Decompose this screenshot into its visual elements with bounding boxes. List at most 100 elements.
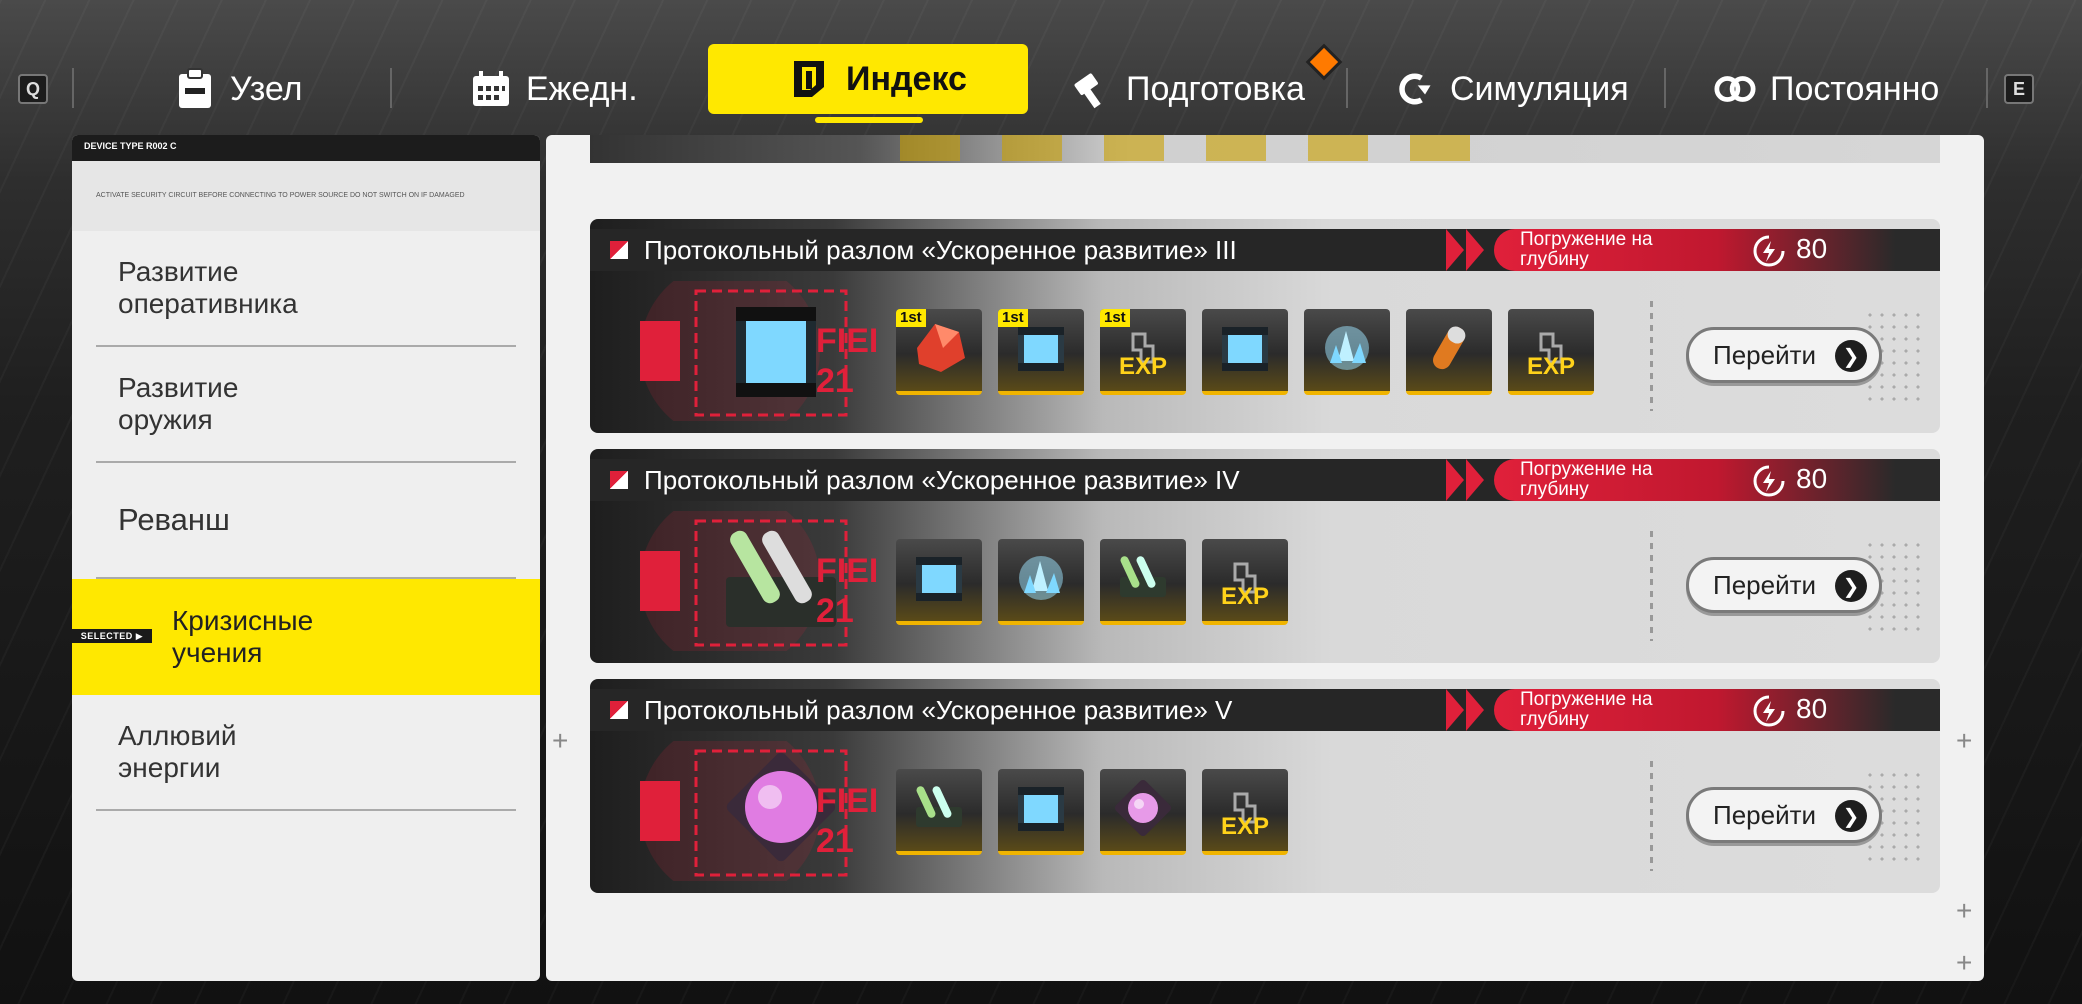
sidebar-item-energy-alluvium[interactable]: Аллювий энергии <box>96 695 516 811</box>
item-slot <box>1410 135 1470 161</box>
sidebar-item-label: Развитие оперативника <box>118 256 298 319</box>
green-tubes-icon <box>908 777 970 844</box>
chevron-right-icon <box>1446 229 1486 271</box>
item-slot <box>1104 135 1164 161</box>
reward-item[interactable]: EXP <box>1508 309 1594 395</box>
warning-text: ACTIVATE SECURITY CIRCUIT BEFORE CONNECT… <box>96 192 465 199</box>
depth-badge: Погружение на глубину <box>1494 229 1940 271</box>
index-icon <box>788 58 830 100</box>
tab-permanent[interactable]: Постоянно <box>1714 58 1939 120</box>
energy-icon <box>1752 234 1786 268</box>
nav-separator <box>1664 68 1666 108</box>
item-slot <box>1002 135 1062 161</box>
exp-label: EXP <box>1220 813 1270 840</box>
chevron-right-icon: ❯ <box>1835 800 1867 832</box>
sidebar-item-label: Аллювий энергии <box>118 720 237 783</box>
depth-badge: Погружение на глубину <box>1494 689 1940 731</box>
reward-items: 1st 1st 1st EXP EXP <box>896 309 1594 395</box>
item-slot <box>900 135 960 161</box>
tab-index[interactable]: Индекс <box>708 44 1028 114</box>
stage-card: FIELD 21 Протокольный разлом «Ускоренное… <box>590 219 1940 433</box>
previous-card-remnant <box>590 135 1940 163</box>
reward-item[interactable]: 1st <box>896 309 982 395</box>
stage-title: Протокольный разлом «Ускоренное развитие… <box>644 464 1240 495</box>
link-icon <box>1714 68 1756 110</box>
chevron-right-icon: ❯ <box>1835 340 1867 372</box>
reward-item[interactable] <box>1100 539 1186 625</box>
prev-tab-key[interactable]: Q <box>18 74 48 104</box>
reward-item[interactable]: EXP <box>1202 539 1288 625</box>
device-label: DEVICE TYPE R002 C <box>84 141 177 151</box>
tab-preparation[interactable]: Подготовка <box>1070 58 1305 120</box>
exp-label: EXP <box>1118 353 1168 380</box>
exp-label: EXP <box>1220 583 1270 610</box>
reward-item[interactable] <box>1202 309 1288 395</box>
blue-crate-icon <box>1010 777 1072 844</box>
go-button[interactable]: Перейти ❯ <box>1686 327 1882 383</box>
blue-crystal-cluster-icon <box>1010 547 1072 614</box>
reward-item[interactable] <box>998 539 1084 625</box>
emblem-field-text: FIELD 21 <box>816 782 876 860</box>
go-button-label: Перейти <box>1713 569 1817 600</box>
green-tubes-icon <box>1112 547 1174 614</box>
sidebar-item-crisis-drills[interactable]: SELECTED ▶ Кризисные учения <box>72 579 540 695</box>
tab-node[interactable]: Узел <box>174 58 303 120</box>
stage-card: FIELD 21 Протокольный разлом «Ускоренное… <box>590 679 1940 893</box>
emblem-field-text: FIELD 21 <box>816 322 876 400</box>
divider <box>1650 301 1653 411</box>
chevron-right-icon: ❯ <box>1835 570 1867 602</box>
stage-emblem: FIELD 21 <box>600 741 876 881</box>
go-button[interactable]: Перейти ❯ <box>1686 557 1882 613</box>
corner-plus-icon: + <box>1956 947 1973 978</box>
stage-mark-icon <box>610 241 628 259</box>
reward-item[interactable] <box>896 539 982 625</box>
tab-label: Узел <box>230 69 303 108</box>
sidebar-item-operator-dev[interactable]: Развитие оперативника <box>96 231 516 347</box>
tab-daily[interactable]: Ежедн. <box>470 58 638 120</box>
chevron-right-icon <box>1446 459 1486 501</box>
tab-label: Индекс <box>846 59 967 98</box>
item-slot <box>1206 135 1266 161</box>
simulation-icon <box>1394 68 1436 110</box>
reward-item[interactable] <box>896 769 982 855</box>
calendar-icon <box>470 68 512 110</box>
top-navigation: Q Узел Ежедн. Индекс Подготовка Симуляци… <box>0 0 2082 130</box>
reward-item[interactable]: 1st <box>998 309 1084 395</box>
reward-item[interactable] <box>1304 309 1390 395</box>
reward-items: EXP <box>896 539 1288 625</box>
go-button-label: Перейти <box>1713 799 1817 830</box>
reward-item[interactable] <box>1406 309 1492 395</box>
depth-label: Погружение на глубину <box>1520 229 1653 270</box>
sidebar-item-label: Развитие оружия <box>118 372 239 435</box>
depth-badge: Погружение на глубину <box>1494 459 1940 501</box>
go-button-label: Перейти <box>1713 339 1817 370</box>
stage-list-panel[interactable]: FIELD 21 Протокольный разлом «Ускоренное… <box>546 135 1984 981</box>
item-slot <box>1308 135 1368 161</box>
first-clear-badge: 1st <box>998 309 1028 327</box>
blue-crate-icon <box>1214 317 1276 384</box>
stage-emblem: FIELD 21 <box>600 281 876 421</box>
red-crystal-icon <box>907 318 971 383</box>
nav-separator <box>72 68 74 108</box>
go-button[interactable]: Перейти ❯ <box>1686 787 1882 843</box>
next-tab-key[interactable]: E <box>2004 74 2034 104</box>
nav-separator <box>1986 68 1988 108</box>
sidebar-item-weapon-dev[interactable]: Развитие оружия <box>96 347 516 463</box>
tab-label: Симуляция <box>1450 69 1629 108</box>
reward-item[interactable]: 1st EXP <box>1100 309 1186 395</box>
orange-capsule-icon <box>1418 317 1480 384</box>
active-tab-indicator <box>815 117 923 123</box>
first-clear-badge: 1st <box>896 309 926 327</box>
first-clear-badge: 1st <box>1100 309 1130 327</box>
stage-mark-icon <box>610 471 628 489</box>
reward-item[interactable]: EXP <box>1202 769 1288 855</box>
corner-plus-icon: + <box>552 725 569 756</box>
divider <box>1650 761 1653 871</box>
stage-title: Протокольный разлом «Ускоренное развитие… <box>644 234 1237 265</box>
blue-crystal-cluster-icon <box>1316 317 1378 384</box>
sidebar-item-rematch[interactable]: Реванш <box>96 463 516 579</box>
reward-item[interactable] <box>1100 769 1186 855</box>
reward-item[interactable] <box>998 769 1084 855</box>
exp-label: EXP <box>1526 353 1576 380</box>
tab-simulation[interactable]: Симуляция <box>1394 58 1629 120</box>
